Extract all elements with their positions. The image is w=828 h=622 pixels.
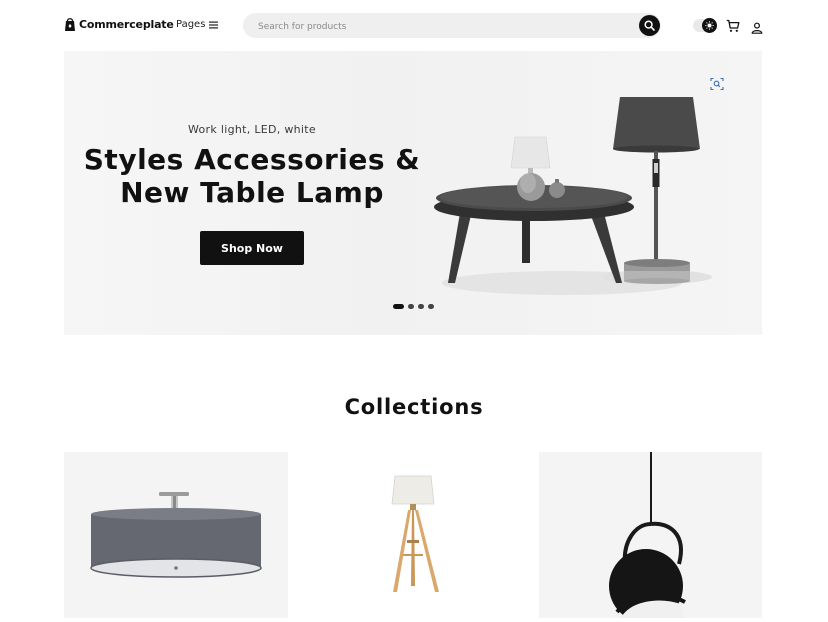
slider-dot-4[interactable] [428, 304, 434, 309]
table-and-lamp-image [434, 97, 712, 295]
tripod-floor-lamp-image [391, 475, 439, 592]
search-icon [644, 20, 655, 31]
shopping-bag-logo-icon [65, 18, 75, 31]
black-pendant-lamp-image [609, 452, 686, 618]
search-button[interactable] [639, 15, 660, 36]
pages-menu[interactable]: Pages [176, 19, 219, 30]
theme-toggle[interactable] [693, 18, 717, 33]
collections-heading: Collections [344, 395, 484, 419]
collection-card-pendant-lamp[interactable] [539, 452, 762, 618]
theme-toggle-knob [702, 18, 717, 33]
shop-now-button[interactable]: Shop Now [200, 231, 304, 265]
pages-menu-label: Pages [176, 19, 206, 30]
cart-button[interactable] [726, 18, 740, 37]
collection-card-ceiling-lamp[interactable] [64, 452, 288, 618]
ceiling-drum-lamp-image [90, 492, 262, 578]
collection-card-floor-lamp[interactable] [301, 452, 525, 618]
account-button[interactable] [751, 19, 763, 38]
slider-pagination [393, 304, 434, 309]
user-icon [751, 22, 763, 34]
hamburger-icon [209, 21, 219, 28]
sun-icon [705, 21, 714, 30]
hero-kicker: Work light, LED, white [188, 123, 316, 136]
slider-dot-3[interactable] [418, 304, 424, 309]
slider-dot-1[interactable] [393, 304, 404, 309]
site-header: Commerceplate Pages [0, 0, 828, 51]
search-input[interactable] [256, 13, 640, 40]
brand-logo[interactable]: Commerceplate [64, 17, 174, 32]
hero-banner: Work light, LED, white Styles Accessorie… [64, 51, 762, 335]
hero-title: Styles Accessories & New Table Lamp [83, 143, 421, 209]
slider-dot-2[interactable] [408, 304, 414, 309]
search-bar [243, 13, 661, 40]
shopping-cart-icon [726, 19, 740, 32]
brand-name: Commerceplate [79, 18, 174, 31]
